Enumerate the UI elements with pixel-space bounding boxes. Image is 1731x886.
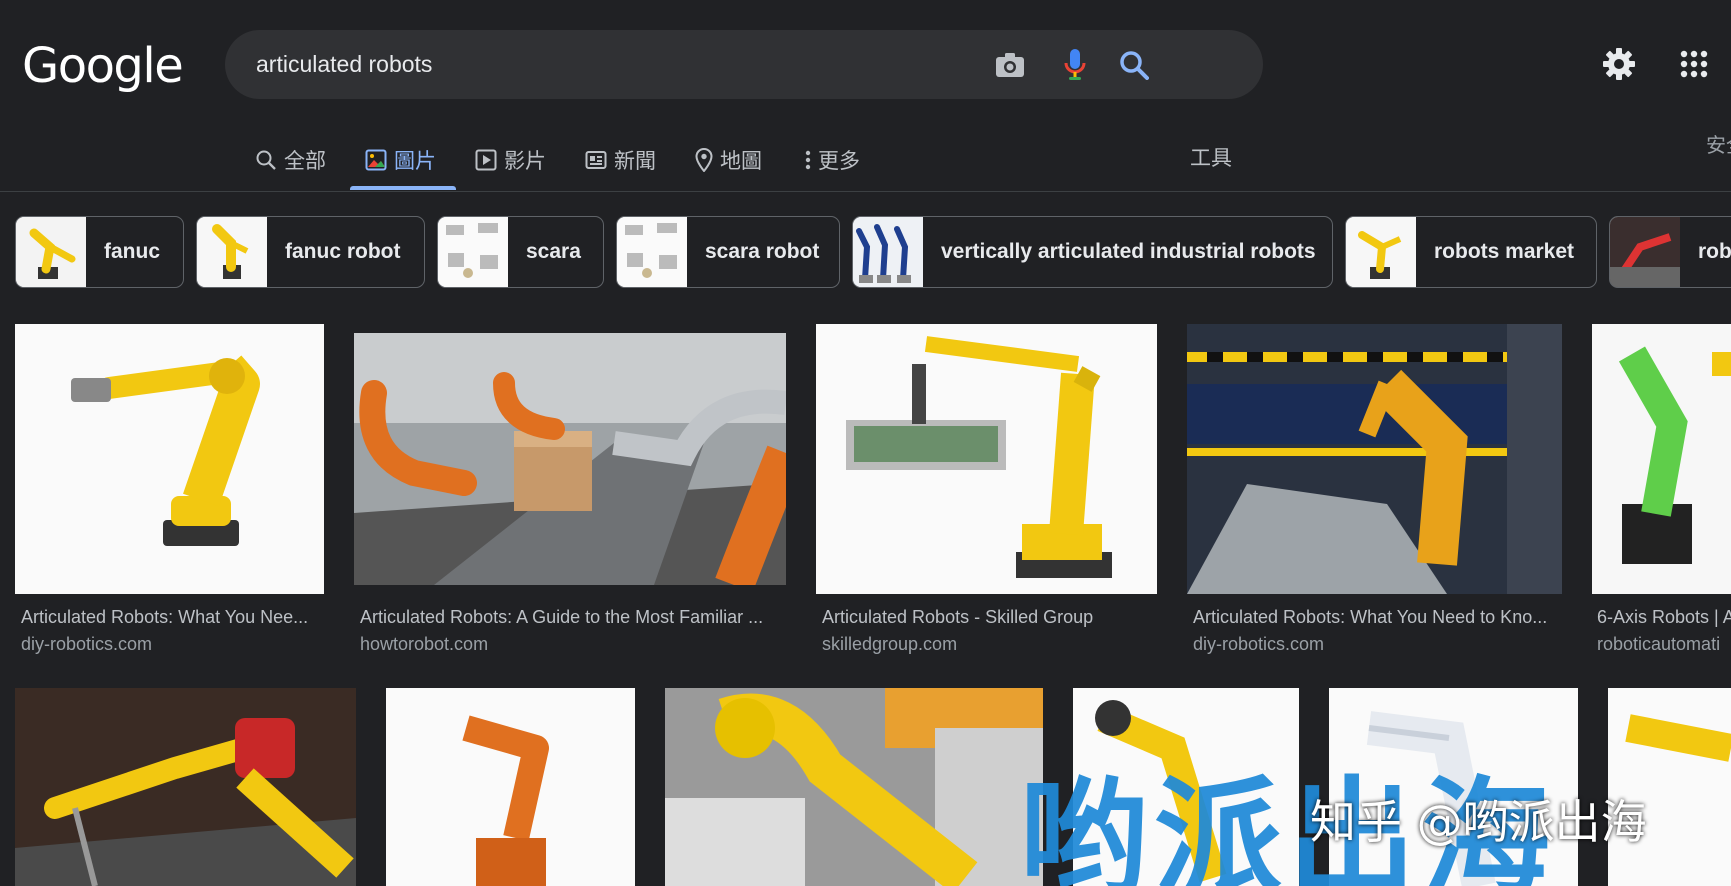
result-thumbnail[interactable] bbox=[354, 333, 786, 585]
result-thumbnail[interactable] bbox=[15, 324, 324, 594]
chip-thumbnail bbox=[853, 217, 923, 287]
result-title[interactable]: Articulated Robots: A Guide to the Most … bbox=[360, 607, 785, 628]
result-thumbnail[interactable] bbox=[1187, 324, 1562, 594]
chip-vertically-articulated[interactable]: vertically articulated industrial robots bbox=[852, 216, 1333, 288]
google-logo[interactable]: Google bbox=[22, 38, 184, 94]
chip-thumbnail bbox=[1610, 217, 1680, 287]
safe-search-button[interactable]: 安全 bbox=[1706, 129, 1731, 158]
chip-label: fanuc robot bbox=[285, 240, 401, 263]
chip-scara[interactable]: scara bbox=[437, 216, 604, 288]
header: Google articulated robots bbox=[0, 0, 1731, 128]
chip-label: vertically articulated industrial robots bbox=[941, 240, 1316, 263]
camera-icon[interactable] bbox=[992, 47, 1028, 83]
search-box[interactable]: articulated robots bbox=[225, 30, 1263, 99]
chip-rob[interactable]: rob bbox=[1609, 216, 1731, 288]
apps-grid-icon[interactable] bbox=[1674, 44, 1714, 84]
chip-thumbnail bbox=[16, 217, 86, 287]
watermark-credit: 知乎 @哟派出海 bbox=[1310, 795, 1647, 849]
chip-label: robots market bbox=[1434, 240, 1575, 263]
result-site: howtorobot.com bbox=[360, 634, 489, 654]
chip-thumbnail bbox=[617, 217, 687, 287]
result-thumbnail[interactable] bbox=[15, 688, 356, 886]
search-input[interactable]: articulated robots bbox=[256, 51, 432, 78]
result-thumbnail[interactable] bbox=[386, 688, 635, 886]
chip-robots-market[interactable]: robots market bbox=[1345, 216, 1597, 288]
chip-label: scara robot bbox=[705, 240, 820, 263]
result-site: diy-robotics.com bbox=[21, 634, 153, 654]
result-title[interactable]: Articulated Robots - Skilled Group bbox=[822, 607, 1157, 628]
chip-thumbnail bbox=[438, 217, 508, 287]
result-thumbnail[interactable] bbox=[816, 324, 1157, 594]
settings-gear-icon[interactable] bbox=[1599, 44, 1639, 84]
chip-fanuc-robot[interactable]: fanuc robot bbox=[196, 216, 425, 288]
result-title[interactable]: Articulated Robots: What You Nee... bbox=[21, 607, 321, 628]
related-chips: fanuc fanuc robot scara scara robot vert… bbox=[0, 216, 1731, 290]
active-tab-indicator bbox=[350, 186, 456, 190]
chip-scara-robot[interactable]: scara robot bbox=[616, 216, 840, 288]
search-icon[interactable] bbox=[1116, 47, 1152, 83]
chip-label: scara bbox=[526, 240, 581, 263]
result-title[interactable]: 6-Axis Robots | A bbox=[1597, 607, 1731, 628]
safe-search-clip: 安全 bbox=[0, 128, 1731, 158]
chip-fanuc[interactable]: fanuc bbox=[15, 216, 184, 288]
result-site: diy-robotics.com bbox=[1193, 634, 1325, 654]
result-thumbnail[interactable] bbox=[1592, 324, 1731, 594]
result-thumbnail[interactable] bbox=[665, 688, 1043, 886]
chip-label: fanuc bbox=[104, 240, 161, 263]
chip-label: rob bbox=[1698, 240, 1731, 263]
result-title[interactable]: Articulated Robots: What You Need to Kno… bbox=[1193, 607, 1563, 628]
chip-thumbnail bbox=[197, 217, 267, 287]
mic-icon[interactable] bbox=[1057, 47, 1093, 83]
chip-thumbnail bbox=[1346, 217, 1416, 287]
result-site: skilledgroup.com bbox=[822, 634, 958, 654]
result-site: roboticautomati bbox=[1597, 634, 1721, 654]
